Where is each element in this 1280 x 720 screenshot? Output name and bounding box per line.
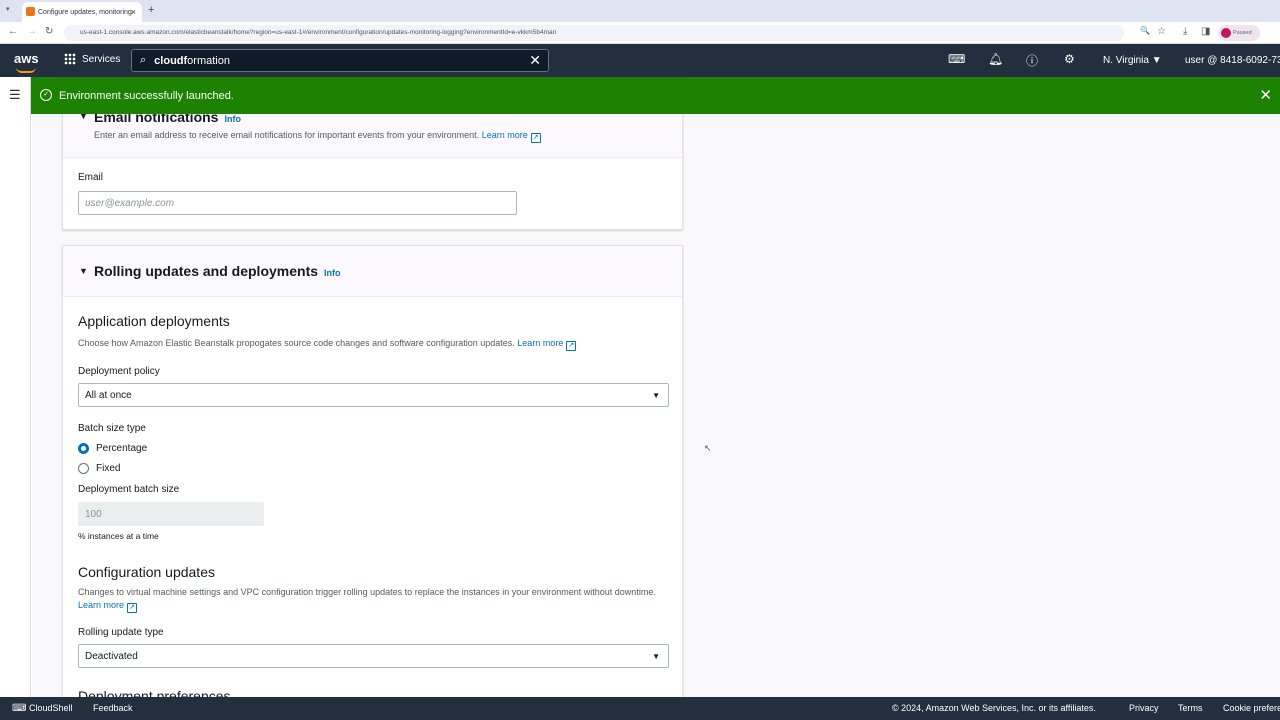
app-deployments-heading: Application deployments [78, 313, 230, 329]
help-icon[interactable]: ⓘ [1026, 52, 1038, 69]
radio-unselected-icon [78, 463, 89, 474]
cloudshell-button[interactable]: CloudShell [29, 703, 73, 713]
external-link-icon: ↗ [566, 341, 577, 351]
external-link-icon: ↗ [530, 133, 541, 143]
radio-selected-icon [78, 443, 89, 454]
gear-icon[interactable]: ⚙ [1064, 52, 1075, 66]
copyright-text: © 2024, Amazon Web Services, Inc. or its… [892, 703, 1096, 713]
aws-logo[interactable]: aws [14, 51, 39, 73]
configuration-updates-heading: Configuration updates [78, 564, 215, 580]
section-description: Enter an email address to receive email … [94, 130, 480, 140]
rolling-updates-panel: ▼ Rolling updates and deployments Info Ap… [62, 245, 683, 705]
main-content: ▼ Email notifications Info Enter an email… [32, 77, 1280, 705]
radio-percentage[interactable]: Percentage [78, 443, 147, 454]
caret-down-icon: ▼ [652, 651, 660, 661]
url-field[interactable]: us-east-1.console.aws.amazon.com/elastic… [64, 25, 1124, 41]
batch-size-input[interactable]: 100 [78, 502, 264, 526]
new-tab-icon[interactable]: + [148, 4, 154, 16]
profile-button[interactable]: Paused [1218, 25, 1260, 41]
external-link-icon: ↗ [127, 603, 138, 613]
email-field[interactable]: user@example.com [78, 191, 517, 215]
info-link[interactable]: Info [324, 268, 341, 278]
collapse-icon[interactable]: ▼ [79, 266, 88, 276]
check-circle-icon: ✓ [40, 89, 52, 101]
mouse-cursor-icon: ↖ [704, 443, 712, 453]
bell-icon[interactable]: 🔔︎ [988, 52, 1003, 66]
app-deployments-description: Choose how Amazon Elastic Beanstalk prop… [78, 338, 515, 348]
batch-size-label: Deployment batch size [78, 484, 180, 495]
cookie-preferences-link[interactable]: Cookie preferences [1223, 703, 1280, 713]
radio-label: Fixed [96, 463, 121, 474]
radio-label: Percentage [96, 443, 148, 454]
configuration-updates-description: Changes to virtual machine settings and … [78, 587, 656, 597]
learn-more-link[interactable]: Learn more [78, 600, 124, 610]
terms-link[interactable]: Terms [1178, 703, 1203, 713]
account-menu[interactable]: user @ 8418-6092-73 [1185, 55, 1280, 66]
batch-size-hint: % instances at a time [78, 531, 159, 541]
section-title: Rolling updates and deployments [94, 263, 319, 279]
flash-message: Environment successfully launched. [59, 89, 234, 102]
close-icon[interactable]: ✕ [1259, 86, 1272, 104]
favicon-icon [26, 7, 35, 16]
caret-down-icon: ▼ [652, 390, 660, 400]
services-button[interactable]: Services [64, 53, 120, 65]
download-icon[interactable]: ⤓ [1183, 26, 1187, 37]
side-nav: ☰ [0, 77, 31, 697]
menu-icon[interactable]: ☰ [9, 87, 21, 103]
footer: ⌨ CloudShell Feedback © 2024, Amazon Web… [0, 697, 1280, 720]
cloudshell-icon[interactable]: ⌨ [948, 52, 965, 66]
sidepanel-icon[interactable]: ◨ [1201, 26, 1210, 37]
selected-value: Deactivated [85, 650, 138, 662]
aws-top-nav: aws Services ⌕ cloudformation ✕ ⌨ 🔔︎ ⓘ ⚙ N… [0, 44, 1280, 77]
search-input[interactable]: ⌕ cloudformation ✕ [131, 49, 549, 72]
selected-value: All at once [85, 389, 132, 401]
deployment-policy-label: Deployment policy [78, 366, 160, 377]
privacy-link[interactable]: Privacy [1129, 703, 1159, 713]
browser-tab-bar: ▾ Configure updates, monitoring × + [0, 0, 1280, 22]
search-icon: ⌕ [140, 54, 147, 66]
rolling-update-type-select[interactable]: Deactivated ▼ [78, 644, 669, 668]
learn-more-link[interactable]: Learn more [482, 130, 528, 140]
clear-search-icon[interactable]: ✕ [529, 52, 541, 69]
region-selector[interactable]: N. Virginia ▼ [1103, 55, 1162, 66]
star-icon[interactable]: ☆ [1157, 26, 1166, 37]
back-icon[interactable]: ← [8, 26, 18, 37]
success-flashbar: ✓ Environment successfully launched. ✕ [31, 77, 1280, 114]
learn-more-link[interactable]: Learn more [517, 338, 563, 348]
radio-fixed[interactable]: Fixed [78, 463, 120, 474]
close-tab-icon[interactable]: × [131, 7, 136, 17]
browser-tab[interactable]: Configure updates, monitoring × [22, 2, 142, 22]
rolling-update-type-label: Rolling update type [78, 627, 164, 638]
tab-title: Configure updates, monitoring [38, 8, 132, 16]
forward-icon[interactable]: → [27, 26, 37, 37]
services-label: Services [82, 53, 121, 65]
search-value: cloudformation [154, 54, 230, 67]
zoom-icon[interactable]: 🔍 [1140, 26, 1150, 35]
address-bar: ← → ↻ us-east-1.console.aws.amazon.com/e… [0, 22, 1280, 44]
tab-list-icon[interactable]: ▾ [6, 5, 10, 13]
reload-icon[interactable]: ↻ [45, 26, 53, 37]
feedback-link[interactable]: Feedback [93, 703, 133, 713]
deployment-policy-select[interactable]: All at once ▼ [78, 383, 669, 407]
email-label: Email [78, 172, 104, 183]
cloudshell-icon: ⌨ [12, 703, 27, 714]
grid-icon [64, 53, 76, 65]
batch-size-type-label: Batch size type [78, 423, 146, 434]
info-link[interactable]: Info [224, 114, 241, 124]
